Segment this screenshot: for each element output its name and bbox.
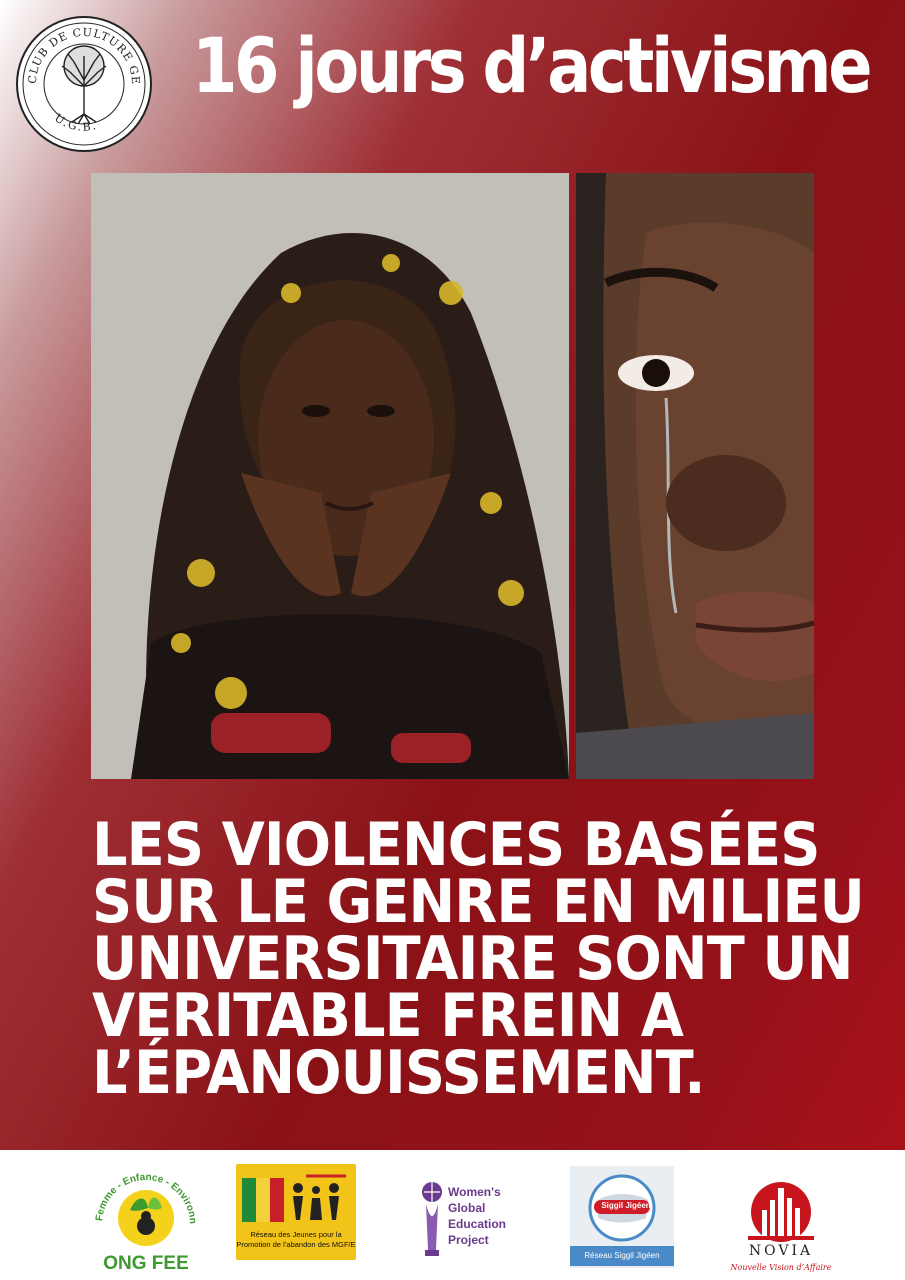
headline-line: LES VIOLENCES BASÉES bbox=[92, 810, 820, 880]
headline-line: UNIVERSITAIRE SONT UN bbox=[92, 924, 853, 994]
reseau-siggil-jigeen-logo: Siggil Jigéen Réseau Siggil Jigéen bbox=[570, 1166, 674, 1268]
ong-fee-name: ONG FEE bbox=[103, 1253, 189, 1274]
reseau-siggil-badge: Siggil Jigéen bbox=[601, 1201, 651, 1210]
reseau-siggil-caption: Réseau Siggil Jigéen bbox=[570, 1246, 674, 1266]
headline-line: VERITABLE FREIN A bbox=[92, 981, 684, 1051]
novia-name: NOVIA bbox=[748, 1243, 814, 1259]
headline-line: L’ÉPANOUISSEMENT. bbox=[92, 1038, 705, 1108]
novia-buildings-icon bbox=[748, 1182, 814, 1242]
womens-line-4: Project bbox=[448, 1233, 489, 1247]
womens-line-1: Women's bbox=[448, 1185, 501, 1199]
page-title: 16 jours d’activisme bbox=[192, 21, 873, 110]
club-culture-generale-logo: CLUB DE CULTURE GENERALE U.G.B. bbox=[14, 14, 152, 152]
reseau-jeunes-emblem-icon bbox=[242, 1174, 346, 1222]
ong-fee-logo: Femme - Enfance - Environnement ONG FEE bbox=[88, 1154, 200, 1277]
headline-message: LES VIOLENCES BASÉES SUR LE GENRE EN MIL… bbox=[92, 810, 865, 1108]
globe-figure-icon bbox=[422, 1182, 442, 1256]
crying-woman-photo bbox=[576, 173, 814, 779]
reseau-jeunes-caption-1: Réseau des Jeunes pour la bbox=[250, 1230, 342, 1239]
reseau-jeunes-caption-2: Promotion de l’abandon des MGF/E bbox=[236, 1240, 356, 1249]
novia-tagline: Nouvelle Vision d’Affaire bbox=[730, 1263, 832, 1272]
novia-logo: NOVIA Nouvelle Vision d’Affaire bbox=[728, 1172, 834, 1278]
ong-fee-emblem-icon: Femme - Enfance - Environnement bbox=[88, 1154, 198, 1246]
womens-global-education-logo: Women's Global Education Project bbox=[420, 1180, 520, 1260]
headline-line: SUR LE GENRE EN MILIEU bbox=[92, 867, 865, 937]
womens-line-2: Global bbox=[448, 1201, 486, 1215]
womens-line-3: Education bbox=[448, 1217, 507, 1231]
girl-in-headscarf-photo bbox=[91, 173, 569, 779]
reseau-jeunes-logo: Réseau des Jeunes pour la Promotion de l… bbox=[236, 1164, 356, 1260]
partners-footer: Femme - Enfance - Environnement ONG FEE bbox=[0, 1150, 905, 1280]
poster: CLUB DE CULTURE GENERALE U.G.B. 16 jours… bbox=[0, 0, 905, 1280]
